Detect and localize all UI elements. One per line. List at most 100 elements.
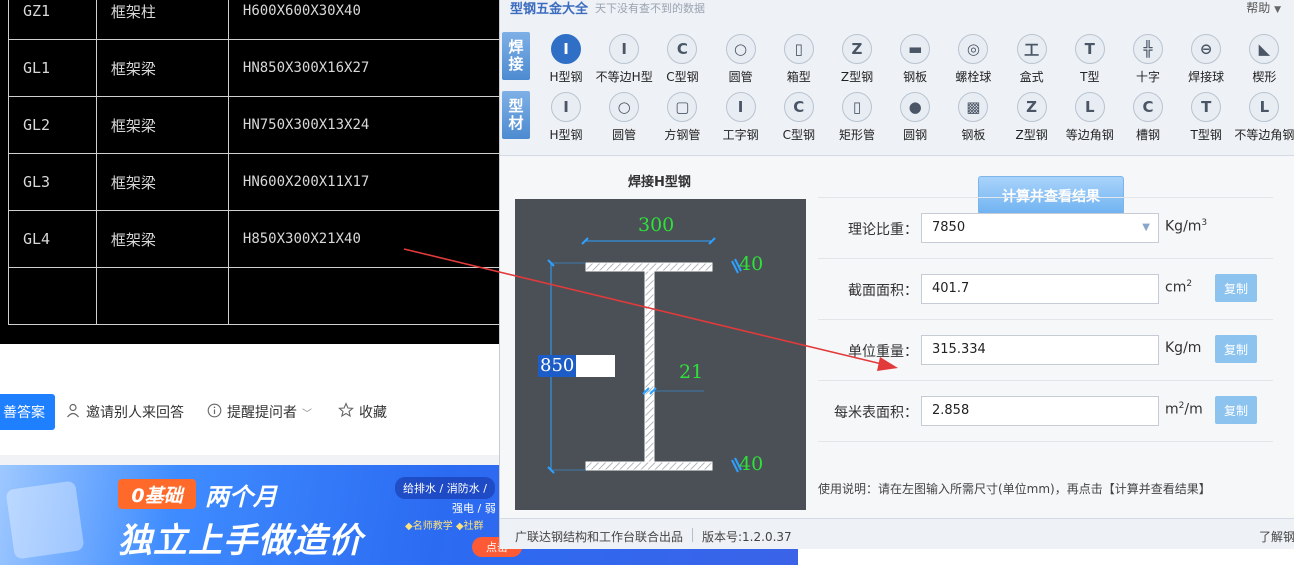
cad-cell-spec: HN600X200X11X17 <box>227 153 501 211</box>
help-menu[interactable]: 帮助 ▼ <box>1246 0 1281 16</box>
caret-down-icon: ▼ <box>1274 5 1281 15</box>
field-input[interactable]: 315.334 <box>921 335 1159 365</box>
tool-label: 箱型 <box>786 70 811 84</box>
i-beam-icon: I <box>725 92 756 122</box>
cad-drawing-area: GZ1 框架柱 H600X600X30X40 GL1 框架梁 HN850X300X16X2… <box>0 0 501 344</box>
tool-i-beam[interactable]: I 工字钢 <box>712 92 770 146</box>
tool-label: 矩形管 <box>838 128 875 142</box>
web-thickness-dimension[interactable]: 21 <box>679 361 703 383</box>
tool-label: 圆管 <box>612 128 637 142</box>
steel-plate-icon: ▬ <box>900 34 931 64</box>
tool-label: 等边角钢 <box>1065 128 1114 142</box>
tool-box-type[interactable]: 工盒式 <box>1003 34 1061 88</box>
tool-z-section[interactable]: Z Z型钢 <box>1003 92 1061 146</box>
remind-label: 提醒提问者 <box>227 405 297 421</box>
z-section-icon: Z <box>842 34 872 64</box>
cad-cell-code: GL4 <box>8 210 97 268</box>
table-row: GL2 框架梁 HN750X300X13X24 <box>8 96 501 154</box>
tool-rect-tube[interactable]: ▯ 矩形管 <box>828 92 886 146</box>
cad-cell-spec: H600X600X30X40 <box>227 0 501 40</box>
tool-channel[interactable]: C 槽钢 <box>1119 92 1177 146</box>
h-beam-icon: I <box>551 34 581 64</box>
app-subtitle: 天下没有查不到的数据 <box>595 2 705 15</box>
tool-h-beam[interactable]: I H型钢 <box>537 34 595 88</box>
tool-box[interactable]: ▯ 箱型 <box>770 34 828 88</box>
tool-unequal-h[interactable]: I 不等边H型 <box>595 34 653 88</box>
bottom-flange-dimension[interactable]: 40 <box>739 453 763 475</box>
star-icon <box>338 402 354 422</box>
section-diagram: 300 40 21 40 850 <box>515 199 806 510</box>
field-row: 截面面积： 401.7 cm2 复制 <box>818 259 1273 320</box>
tool-c-channel[interactable]: C C型钢 <box>770 92 828 146</box>
unequal-h-icon: I <box>609 34 640 64</box>
table-row: GL1 框架梁 HN850X300X16X27 <box>8 39 501 97</box>
tool-wedge[interactable]: ◣ 楔形 <box>1235 34 1293 88</box>
tool-label: 螺栓球 <box>955 70 992 84</box>
copy-button[interactable]: 复制 <box>1215 274 1257 302</box>
field-unit: m2/m <box>1165 401 1203 418</box>
tool-label: 圆管 <box>728 70 753 84</box>
cad-cell-code <box>8 267 97 325</box>
tool-steel-plate[interactable]: ▬ 钢板 <box>886 34 944 88</box>
copy-button[interactable]: 复制 <box>1215 335 1257 363</box>
cad-cell-code: GZ1 <box>8 0 97 40</box>
tool-label: Z型钢 <box>1015 128 1048 142</box>
section-toolbar: 焊接 型材 I H型钢 I 不等边H型 C C型钢 ○ 圆管 ▯ 箱型 Z Z型钢 ▬ 钢板 ◎ 螺栓球工盒式… <box>500 16 1294 156</box>
cad-cell-spec <box>227 267 501 325</box>
learn-more-link[interactable]: 了解钢 <box>1259 528 1294 545</box>
collect-label: 收藏 <box>359 405 387 421</box>
tool-label: 圆钢 <box>903 128 928 142</box>
height-input[interactable]: 850 <box>538 355 615 377</box>
tool-z-section[interactable]: Z Z型钢 <box>828 34 886 88</box>
tool-t-section[interactable]: T T型 <box>1061 34 1119 88</box>
field-input[interactable]: 2.858 <box>921 396 1159 426</box>
unequal-angle-icon: L <box>1249 92 1280 122</box>
tool-round-tube[interactable]: ○ 圆管 <box>595 92 653 146</box>
field-input[interactable]: 401.7 <box>921 274 1159 304</box>
round-bar-icon: ● <box>900 92 931 122</box>
width-dimension[interactable]: 300 <box>638 214 674 236</box>
calculator-panel: 焊接H型钢 300 40 21 40 850 计算并查看结果 理论比重： 785… <box>500 157 1294 515</box>
tool-label: 楔形 <box>1252 70 1277 84</box>
cad-cell-type: 框架梁 <box>95 96 229 154</box>
top-flange-dimension[interactable]: 40 <box>739 253 763 275</box>
tool-c-channel[interactable]: C C型钢 <box>653 34 711 88</box>
round-tube-icon: ○ <box>725 34 756 64</box>
field-row: 每米表面积： 2.858 m2/m 复制 <box>818 381 1273 442</box>
tool-h-beam[interactable]: I H型钢 <box>537 92 595 146</box>
tool-label: 工字钢 <box>722 128 759 142</box>
collect-button[interactable]: 收藏 <box>338 402 387 422</box>
tool-steel-plate[interactable]: ▩ 钢板 <box>944 92 1002 146</box>
field-row: 理论比重： 7850 ▼ Kg/m3 <box>818 198 1273 259</box>
tool-round-bar[interactable]: ● 圆钢 <box>886 92 944 146</box>
tool-square-tube[interactable]: ▢ 方钢管 <box>653 92 711 146</box>
t-section-icon: T <box>1074 34 1105 64</box>
field-label: 单位重量： <box>848 344 918 360</box>
tool-unequal-angle[interactable]: L 不等边角钢 <box>1234 92 1294 146</box>
rect-tube-icon: ▯ <box>842 92 872 122</box>
tool-equal-angle[interactable]: L 等边角钢 <box>1061 92 1119 146</box>
remind-button[interactable]: 提醒提问者 ﹀ <box>207 402 312 422</box>
field-input[interactable]: 7850 ▼ <box>921 213 1159 243</box>
tool-bolt-ball[interactable]: ◎ 螺栓球 <box>944 34 1002 88</box>
steel-plate-icon: ▩ <box>958 92 989 122</box>
tool-weld-ball[interactable]: ⊖ 焊接球 <box>1177 34 1235 88</box>
title-bar: 型钢五金大全 天下没有查不到的数据 帮助 ▼ <box>500 0 1294 17</box>
tool-label: C型钢 <box>782 128 815 142</box>
invite-button[interactable]: 邀请别人来回答 <box>66 402 184 422</box>
copy-button[interactable]: 复制 <box>1215 396 1257 424</box>
app-title: 型钢五金大全 <box>510 2 589 17</box>
producer-text: 广联达钢结构和工作台联合出品 <box>515 530 684 544</box>
tool-t-section[interactable]: T T型钢 <box>1177 92 1235 146</box>
z-section-icon: Z <box>1016 92 1047 122</box>
answer-button[interactable]: 善答案 <box>0 394 55 430</box>
c-channel-icon: C <box>667 34 698 64</box>
tool-label: H型钢 <box>549 70 583 84</box>
tool-label: 槽钢 <box>1135 128 1160 142</box>
cad-cell-code: GL1 <box>8 39 97 97</box>
person-icon <box>66 403 81 422</box>
tool-cross-section[interactable]: ╬ 十字 <box>1119 34 1177 88</box>
t-section-icon: T <box>1191 92 1222 122</box>
tool-round-tube[interactable]: ○ 圆管 <box>712 34 770 88</box>
dropdown-caret-icon[interactable]: ▼ <box>1142 214 1150 242</box>
